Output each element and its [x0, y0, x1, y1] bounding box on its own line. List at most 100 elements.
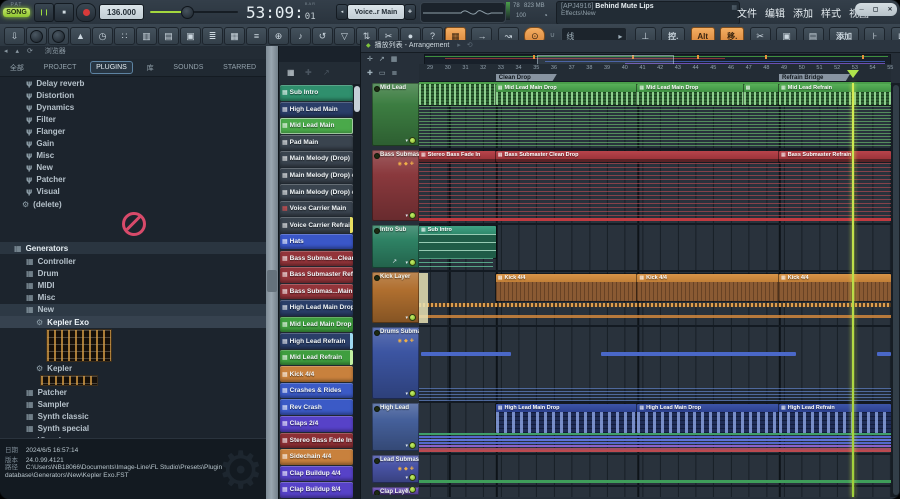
record-button[interactable] — [76, 3, 96, 22]
pattern-item-11[interactable]: ▦Bass Submaster Refrain — [280, 267, 353, 283]
pattern-item-17[interactable]: ▦Kick 4/4 — [280, 366, 353, 382]
menu-item-2[interactable]: 添加 — [793, 5, 813, 20]
toolbar-mixer-button[interactable]: ≡ — [246, 27, 267, 45]
track-enabled-led[interactable] — [409, 314, 416, 321]
track-header-mid-lead[interactable]: Mid Lead▾ — [372, 83, 419, 146]
pattern-item-15[interactable]: ▦High Lead Refrain — [280, 333, 353, 349]
pattern-item-10[interactable]: ▦Bass Submas...Clean Drop — [280, 251, 353, 267]
toolbar-open-save-button[interactable]: ⇩ — [4, 27, 25, 45]
toolbar-main-volume-knob-icon[interactable] — [26, 27, 47, 45]
tree-item-synth-classic[interactable]: ▦Synth classic — [0, 410, 266, 422]
clip-bass-submaster-clean-drop[interactable]: ▦Bass Submaster Clean Drop — [496, 151, 779, 162]
playlist-scrollbar[interactable] — [891, 83, 900, 497]
pattern-item-9[interactable]: ▦Hats — [280, 234, 353, 250]
toolbar-undo-button[interactable]: ↺ — [312, 27, 333, 45]
tree-item-new[interactable]: ψNew — [0, 162, 266, 174]
arrangement-dropdown-icon[interactable]: ▸ — [457, 42, 461, 49]
toolbar-midi-keyboard-button[interactable]: ▤ — [158, 27, 179, 45]
track-options-icon[interactable]: ▾ — [405, 315, 408, 321]
magnet-icon[interactable]: ∪ — [550, 32, 555, 39]
clip-bass-submaster-refrain[interactable]: ▦Bass Submaster Refrain — [779, 151, 891, 162]
track-header-high-lead[interactable]: High Lead▾ — [372, 403, 419, 451]
pattern-item-12[interactable]: ▦Bass Submas...Main Drop — [280, 284, 353, 300]
browser-tab-3[interactable]: 库 — [141, 60, 160, 76]
browser-up-icon[interactable]: ▴ — [15, 48, 19, 55]
song-mode-button[interactable]: SONG — [3, 8, 30, 17]
pattern-item-24[interactable]: ▦Clap Buildup 8/4 — [280, 482, 353, 498]
toolbar-countdown-button[interactable]: ∷ — [114, 27, 135, 45]
track-header-drums-submast--[interactable]: Drums Submast..◉◆✚▾ — [372, 327, 419, 399]
tree-item-controller[interactable]: ▦Controller — [0, 256, 266, 268]
menu-item-3[interactable]: 样式 — [821, 5, 841, 20]
arrangement-refresh-icon[interactable]: ⟲ — [467, 42, 473, 49]
track-enabled-led[interactable] — [409, 474, 416, 481]
clip-high-lead-refrain[interactable]: ▦High Lead Refrain — [779, 404, 891, 433]
track-options-icon[interactable]: ▾ — [405, 443, 408, 449]
minimize-button[interactable]: ─ — [860, 7, 864, 13]
pattern-item-8[interactable]: ▦Voice Carrier Refrain — [280, 217, 353, 233]
track-enabled-led[interactable] — [409, 259, 416, 266]
tree-item-midi[interactable]: ▦MIDI — [0, 280, 266, 292]
pattern-add-button[interactable]: ✚ — [404, 4, 416, 20]
browser-tab-2[interactable]: PLUGINS — [90, 61, 133, 74]
pattern-item-22[interactable]: ▦Sidechain 4/4 — [280, 449, 353, 465]
track-swing-icon[interactable]: ↗ — [392, 258, 397, 265]
close-button[interactable]: ✕ — [887, 6, 892, 13]
track-submaster-icons[interactable]: ◉◆✚ — [398, 466, 416, 472]
tree-item--delete-[interactable]: ⚙(delete) — [0, 198, 266, 210]
browser-refresh-icon[interactable]: ⟳ — [27, 48, 33, 55]
pat-song-toggle[interactable]: PAT SONG — [3, 2, 30, 17]
pattern-item-16[interactable]: ▦Mid Lead Refrain — [280, 350, 353, 366]
kepler-exo-thumbnail[interactable] — [46, 329, 112, 362]
tree-item-drum[interactable]: ▦Drum — [0, 268, 266, 280]
browser-scrollbar[interactable] — [266, 46, 278, 499]
toolbar-tap-tempo-button[interactable]: ⊕ — [268, 27, 289, 45]
playlist-tools-row2[interactable]: ✚▭≣ — [367, 69, 403, 77]
tree-item-patcher[interactable]: ψPatcher — [0, 174, 266, 186]
browser-tab-5[interactable]: STARRED — [217, 61, 262, 74]
track-header-kick-layer[interactable]: Kick Layer▾ — [372, 272, 419, 323]
slider-knob[interactable] — [181, 6, 194, 19]
clip-unnamed[interactable] — [419, 84, 496, 105]
track-enabled-led[interactable] — [409, 487, 416, 493]
pattern-item-0[interactable]: ▦Sub Intro — [280, 85, 353, 101]
playlist-titlebar[interactable]: ◆播放列表 - Arrangement ▸ ⟲ — [361, 40, 900, 53]
pattern-item-13[interactable]: ▦High Lead Main Drop — [280, 300, 353, 316]
track-header-bass-submaster[interactable]: Bass Submaster◉◆✚▾ — [372, 150, 419, 221]
pattern-selector[interactable]: Voice..r Main — [347, 4, 405, 20]
stop-button[interactable]: ■ — [54, 3, 74, 22]
playhead-marker[interactable] — [847, 70, 859, 78]
track-enabled-led[interactable] — [409, 137, 416, 144]
oscilloscope[interactable] — [420, 2, 506, 23]
track-submaster-icons[interactable]: ◉◆✚ — [398, 338, 416, 344]
track-options-icon[interactable]: ▾ — [405, 391, 408, 397]
toolbar-recording-panel-button[interactable]: ▣ — [180, 27, 201, 45]
clip-mid-lead-refrain[interactable]: ▦Mid Lead Refrain — [779, 84, 891, 105]
playlist-tools-row1[interactable]: ✛↗▦ — [367, 55, 403, 63]
time-display[interactable]: 53:09: bar 01 — [246, 1, 336, 23]
tree-item-misc[interactable]: ▦Misc — [0, 292, 266, 304]
track-submaster-icons[interactable]: ◉◆✚ — [398, 161, 416, 167]
clip-kick-4-4[interactable]: ▦Kick 4/4 — [496, 274, 638, 301]
pattern-item-1[interactable]: ▦High Lead Main — [280, 102, 353, 118]
pattern-draw-icon[interactable]: ↗ — [323, 68, 330, 77]
track-options-icon[interactable]: ▾ — [405, 260, 408, 266]
tree-item-patcher[interactable]: ▦Patcher — [0, 386, 266, 398]
track-options-icon[interactable]: ▾ — [405, 487, 408, 493]
bpm-display[interactable]: 136.000 — [99, 4, 144, 20]
tree-item-visual[interactable]: ψVisual — [0, 186, 266, 198]
kepler-thumbnail[interactable] — [40, 375, 98, 386]
play-pause-button[interactable]: ❙❙ — [34, 3, 54, 22]
toolbar-typing-keyboard-button[interactable]: ▥ — [136, 27, 157, 45]
browser-tab-0[interactable]: 全部 — [4, 60, 30, 76]
pattern-item-21[interactable]: ▦Stereo Bass Fade In — [280, 433, 353, 449]
toolbar-metronome-button[interactable]: ▲ — [70, 27, 91, 45]
track-enabled-led[interactable] — [409, 212, 416, 219]
tree-item-filter[interactable]: ψFilter — [0, 113, 266, 125]
toolbar-step-edit-button[interactable]: ≣ — [202, 27, 223, 45]
clip-sub-intro[interactable]: ▦Sub Intro — [419, 226, 496, 258]
toolbar-pattern-picker-button[interactable]: ▦ — [224, 27, 245, 45]
browser-back-icon[interactable]: ◂ — [4, 48, 8, 55]
tree-item-flanger[interactable]: ψFlanger — [0, 125, 266, 137]
clip-mid-lead-main-drop[interactable]: ▦Mid Lead Main Drop — [637, 84, 743, 105]
